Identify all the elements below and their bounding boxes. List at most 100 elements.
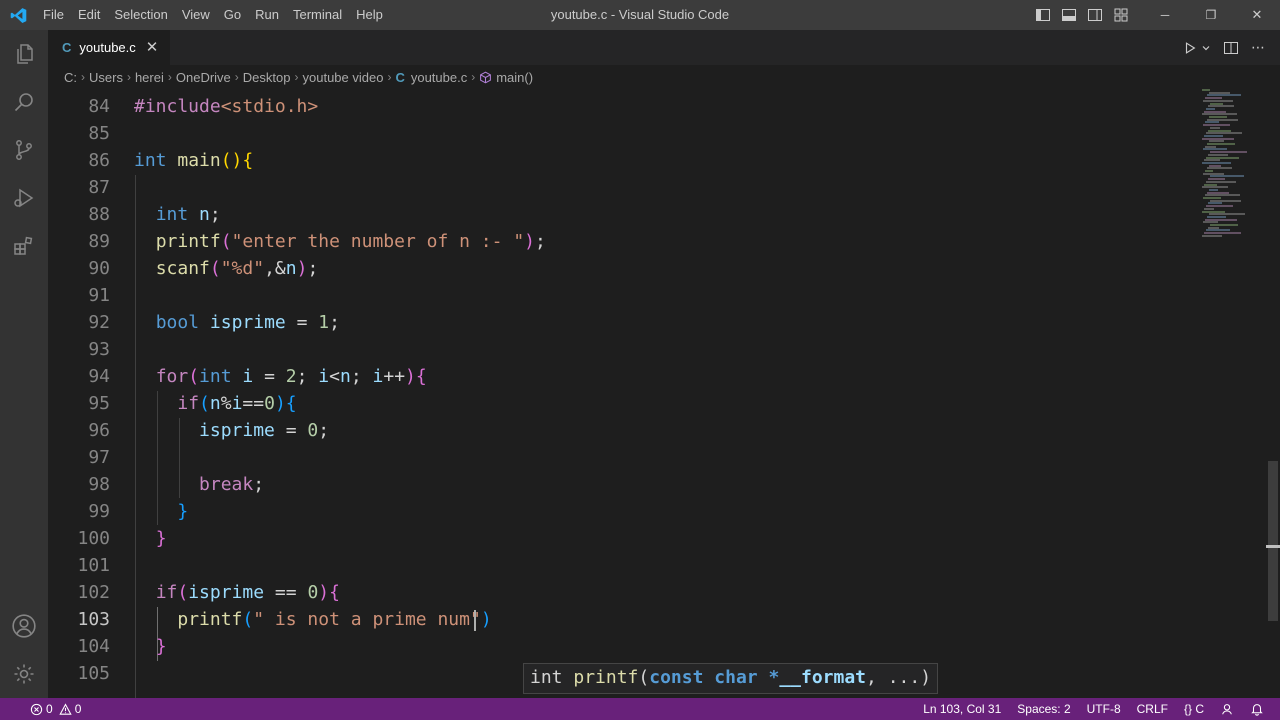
code-line[interactable]: } [134,525,167,552]
code-line[interactable]: } [134,498,188,525]
minimap-line [1205,194,1240,197]
menu-edit[interactable]: Edit [71,0,107,30]
menu-selection[interactable]: Selection [107,0,174,30]
minimap-line [1209,140,1224,143]
code-token: = [253,366,286,387]
code-line[interactable]: int main(){ [134,147,253,174]
play-icon [1185,41,1196,54]
minimap-line [1207,167,1232,170]
cursor-position[interactable]: Ln 103, Col 31 [915,698,1009,720]
minimap-line [1207,94,1241,97]
restore-button[interactable]: ❐ [1188,0,1234,30]
breadcrumb-drive[interactable]: C: [64,70,77,85]
minimap-line [1207,143,1235,145]
code-line[interactable]: break; [134,471,264,498]
code-token: ( [188,366,200,387]
code-token: ; [350,366,373,387]
code-line[interactable]: isprime = 0; [134,417,329,444]
encoding[interactable]: UTF-8 [1079,698,1129,720]
code-line[interactable]: if(isprime == 0){ [134,579,340,606]
breadcrumb-symbol[interactable]: main() [496,70,533,85]
minimap-line [1202,186,1228,189]
indentation[interactable]: Spaces: 2 [1009,698,1078,720]
extensions-icon[interactable] [0,222,48,270]
breadcrumb-users[interactable]: Users [89,70,123,85]
code-token: ) [296,258,308,279]
minimap-line [1208,129,1231,132]
code-token: ; [535,231,546,252]
tab-close-icon[interactable]: ✕ [146,40,159,55]
code-token: n [285,258,297,279]
vertical-scrollbar[interactable] [1266,89,1280,698]
tooltip-token: printf [573,667,639,688]
minimap-line [1205,218,1237,221]
language-mode[interactable]: {} C [1176,698,1212,720]
minimap-line [1210,126,1220,129]
minimap-line [1206,180,1236,183]
minimap-line [1206,205,1233,208]
restore-icon: ❐ [1205,8,1217,22]
manage-gear-icon[interactable] [0,650,48,698]
menu-go[interactable]: Go [217,0,248,30]
menu-run[interactable]: Run [248,0,286,30]
breadcrumb-folder[interactable]: youtube video [303,70,384,85]
run-debug-icon[interactable] [0,174,48,222]
run-code-button[interactable] [1177,30,1217,65]
menu-bar: File Edit Selection View Go Run Terminal… [36,0,390,30]
minimap-line [1202,113,1237,116]
breadcrumb-file[interactable]: youtube.c [411,70,467,85]
menu-terminal[interactable]: Terminal [286,0,349,30]
code-token: % [220,393,232,414]
problems-indicator[interactable]: 0 0 [10,698,89,720]
menu-view[interactable]: View [175,0,217,30]
explorer-icon[interactable] [0,30,48,78]
code-token: scanf [155,258,210,279]
signature-help-tooltip: int printf(const char *__format, ...) [523,663,938,694]
minimap[interactable] [1198,89,1268,249]
tab-youtube-c[interactable]: C youtube.c ✕ [48,30,170,65]
code-line[interactable]: if(n%i==0){ [134,390,296,417]
minimize-button[interactable]: ─ [1142,0,1188,30]
end-of-line[interactable]: CRLF [1129,698,1176,720]
code-token: printf [155,231,221,252]
toggle-primary-sidebar-icon[interactable] [1030,0,1056,30]
minimap-line [1205,97,1222,100]
breadcrumb-desktop[interactable]: Desktop [243,70,291,85]
breadcrumb-user[interactable]: herei [135,70,164,85]
code-token: ) [480,609,492,630]
more-actions-button[interactable]: ⋯ [1245,30,1280,65]
code-line[interactable]: printf(" is not a prime num") [134,606,492,633]
close-window-button[interactable]: ✕ [1234,0,1280,30]
notifications-bell-icon[interactable] [1242,702,1272,716]
code-line[interactable]: for(int i = 2; i<n; i++){ [134,363,427,390]
search-icon[interactable] [0,78,48,126]
code-editor[interactable]: 84 85 86 87 88 89 90 91 92 93 94 95 96 97 98 99 100 101 10… [48,89,1280,698]
minimap-line [1202,210,1225,213]
scrollbar-thumb[interactable] [1268,461,1278,621]
code-line[interactable]: bool isprime = 1; [134,309,340,336]
breadcrumb-onedrive[interactable]: OneDrive [176,70,231,85]
customize-layout-icon[interactable] [1108,0,1134,30]
code-line[interactable]: printf("enter the number of n :- "); [134,228,546,255]
minimap-line [1206,107,1215,110]
feedback-icon[interactable] [1212,702,1242,716]
source-control-icon[interactable] [0,126,48,174]
code-line[interactable]: scanf("%d",&n); [134,255,319,282]
code-line[interactable]: #include<stdio.h> [134,93,318,120]
line-number: 89 [88,231,110,252]
toggle-secondary-sidebar-icon[interactable] [1082,0,1108,30]
menu-help[interactable]: Help [349,0,390,30]
code-line[interactable]: } [134,633,167,660]
menu-file[interactable]: File [36,0,71,30]
toggle-panel-icon[interactable] [1056,0,1082,30]
code-token: & [274,258,286,279]
minimap-line [1205,145,1216,148]
accounts-icon[interactable] [0,602,48,650]
code-line[interactable]: int n; [134,201,221,228]
split-editor-button[interactable] [1217,30,1245,65]
